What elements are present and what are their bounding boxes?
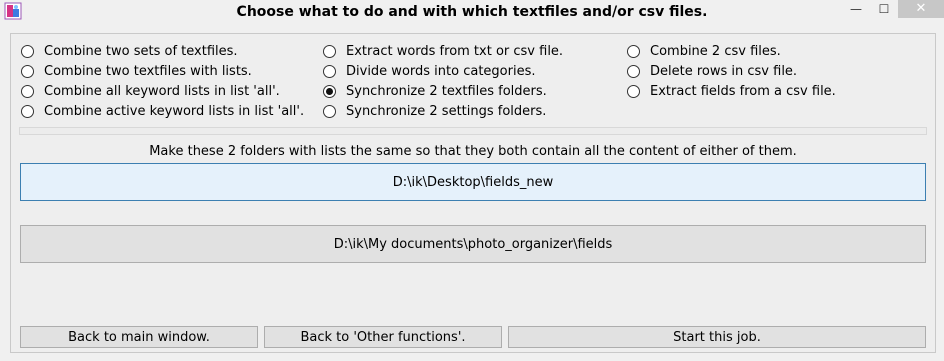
radio-button[interactable] (21, 64, 34, 78)
radio-button[interactable] (21, 44, 34, 58)
option-label: Combine all keyword lists in list 'all'. (44, 83, 280, 99)
radio-button-selected[interactable] (323, 84, 336, 98)
option-label: Combine 2 csv files. (650, 43, 781, 59)
option-label: Divide words into categories. (346, 63, 536, 79)
separator-box (19, 127, 927, 135)
task-description: Make these 2 folders with lists the same… (149, 144, 797, 159)
option-extract-words[interactable]: Extract words from txt or csv file. (323, 41, 563, 61)
option-extract-fields-csv[interactable]: Extract fields from a csv file. (627, 81, 836, 101)
back-to-other-functions-button[interactable]: Back to 'Other functions'. (264, 326, 502, 348)
close-button[interactable]: ✕ (898, 0, 944, 18)
option-label: Extract words from txt or csv file. (346, 43, 564, 59)
main-panel: Combine two sets of textfiles. Combine t… (10, 33, 936, 353)
window-title: Choose what to do and with which textfil… (236, 4, 708, 20)
radio-button[interactable] (21, 84, 34, 98)
option-label: Extract fields from a csv file. (650, 83, 836, 99)
option-label: Synchronize 2 settings folders. (346, 103, 547, 119)
option-delete-rows-csv[interactable]: Delete rows in csv file. (627, 61, 797, 81)
option-sync-textfiles-folders[interactable]: Synchronize 2 textfiles folders. (323, 81, 547, 101)
radio-button[interactable] (21, 104, 34, 118)
minimize-button[interactable]: — (842, 0, 870, 18)
option-sync-settings-folders[interactable]: Synchronize 2 settings folders. (323, 101, 546, 121)
radio-button[interactable] (323, 64, 336, 78)
start-job-button[interactable]: Start this job. (508, 326, 926, 348)
option-divide-words[interactable]: Divide words into categories. (323, 61, 535, 81)
title-bar: Choose what to do and with which textfil… (0, 0, 944, 30)
option-label: Combine active keyword lists in list 'al… (44, 103, 305, 119)
radio-button[interactable] (323, 44, 336, 58)
option-label: Combine two textfiles with lists. (44, 63, 252, 79)
first-folder-button[interactable]: D:\ik\Desktop\fields_new (20, 163, 926, 201)
maximize-button[interactable]: ☐ (870, 0, 898, 18)
option-combine-two-textfiles[interactable]: Combine two textfiles with lists. (21, 61, 252, 81)
option-combine-csv[interactable]: Combine 2 csv files. (627, 41, 781, 61)
option-combine-all-keyword-lists[interactable]: Combine all keyword lists in list 'all'. (21, 81, 280, 101)
back-to-main-button[interactable]: Back to main window. (20, 326, 258, 348)
radio-button[interactable] (323, 104, 336, 118)
option-label: Combine two sets of textfiles. (44, 43, 238, 59)
option-combine-active-keyword-lists[interactable]: Combine active keyword lists in list 'al… (21, 101, 304, 121)
radio-button[interactable] (627, 84, 640, 98)
radio-button[interactable] (627, 44, 640, 58)
radio-button[interactable] (627, 64, 640, 78)
option-label: Synchronize 2 textfiles folders. (346, 83, 547, 99)
option-label: Delete rows in csv file. (650, 63, 798, 79)
second-folder-button[interactable]: D:\ik\My documents\photo_organizer\field… (20, 225, 926, 263)
option-combine-two-sets[interactable]: Combine two sets of textfiles. (21, 41, 238, 61)
